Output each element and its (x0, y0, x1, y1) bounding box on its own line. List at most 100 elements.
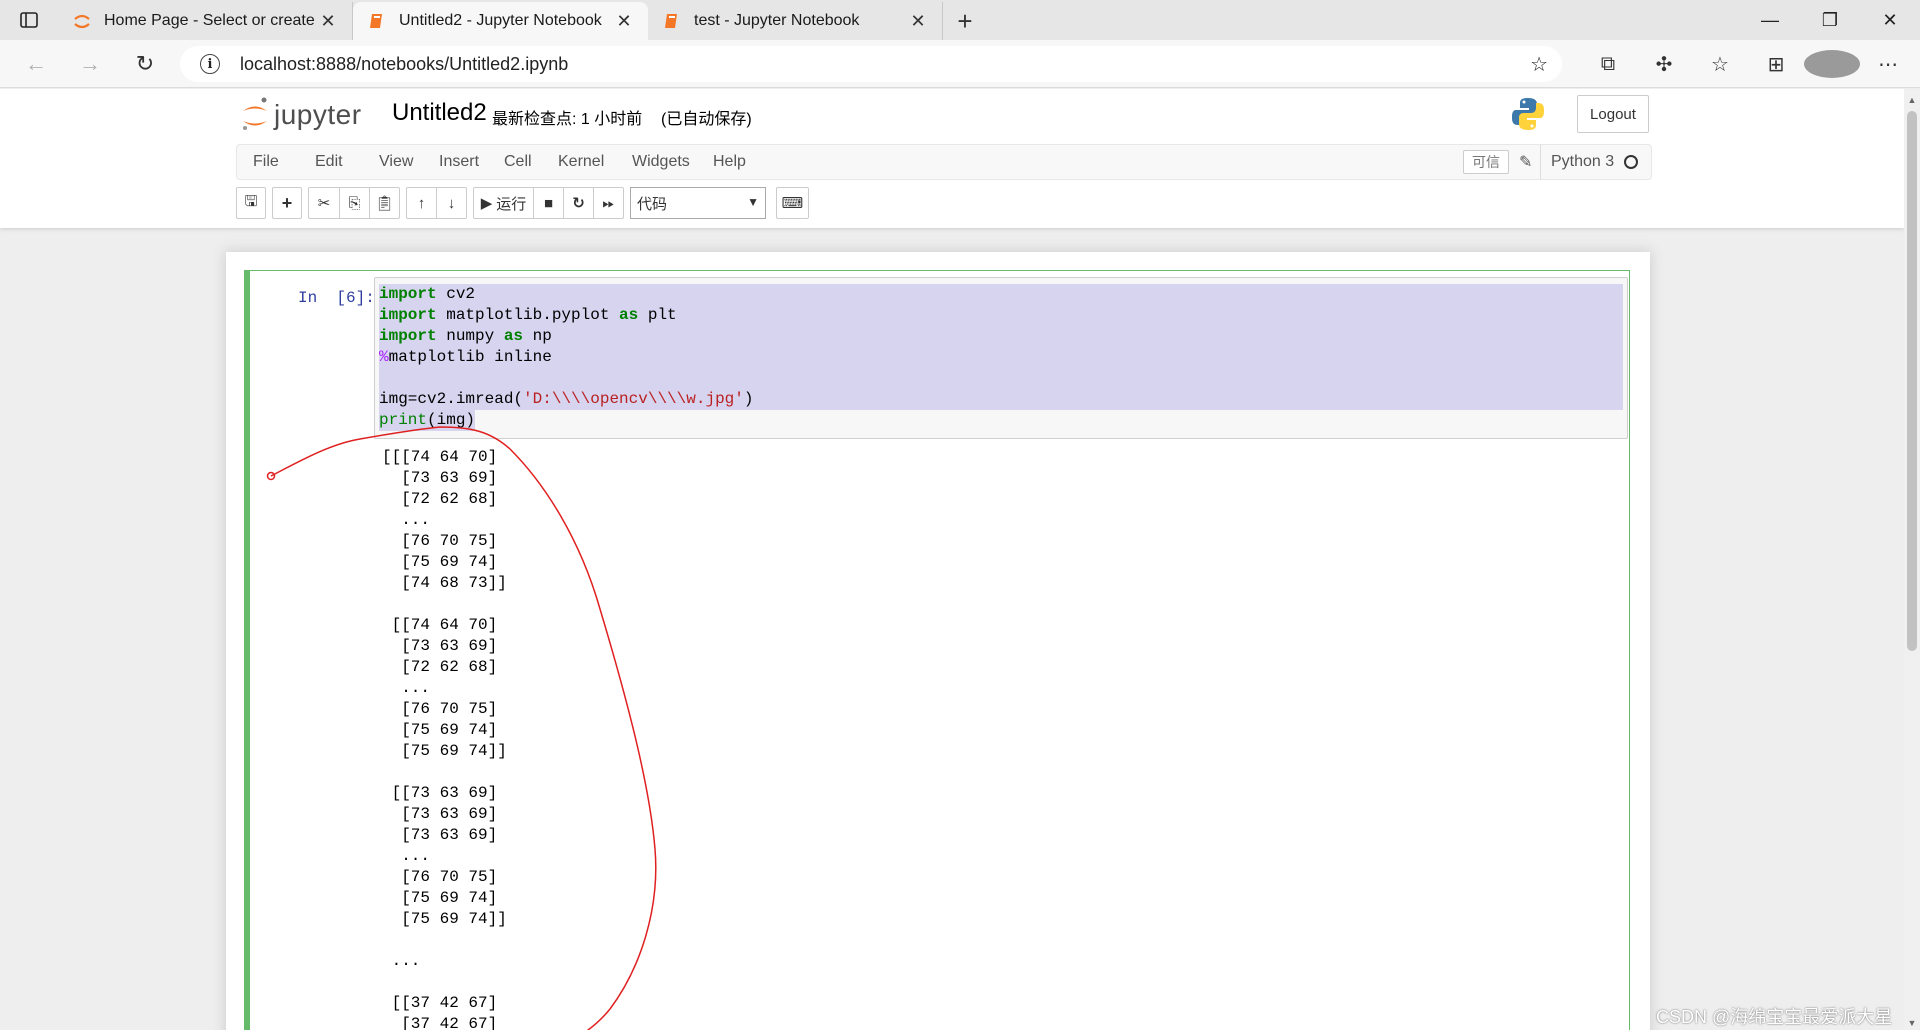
minimize-icon[interactable]: — (1740, 0, 1800, 40)
browser-tab-bar: Home Page - Select or create a n ✕ Untit… (0, 0, 1920, 40)
avatar (1804, 50, 1860, 78)
tab-untitled2[interactable]: Untitled2 - Jupyter Notebook ✕ (353, 2, 648, 40)
arrow-right-icon: → (79, 50, 101, 76)
checkpoint-status: 最新检查点: 1 小时前 (492, 111, 643, 128)
profile-button[interactable] (1804, 50, 1860, 78)
cut-button[interactable]: ✂ (308, 187, 340, 219)
restart-icon: ↻ (572, 195, 585, 212)
arrow-up-icon: ↑ (417, 194, 426, 212)
arrow-down-icon: ↓ (447, 194, 456, 212)
move-down-button[interactable]: ↓ (436, 187, 467, 219)
extensions-icon[interactable]: ✣ (1636, 52, 1692, 77)
notebook-favicon-icon (665, 14, 677, 28)
edit-mode-pencil-icon: ✎ (1519, 154, 1533, 171)
scissors-icon: ✂ (317, 195, 331, 212)
run-label: 运行 (496, 195, 527, 213)
tab-title: Untitled2 - Jupyter Notebook (399, 12, 602, 29)
info-icon[interactable]: i (200, 54, 220, 74)
autosave-status: (已自动保存) (661, 111, 752, 128)
menu-file[interactable]: File (253, 145, 279, 179)
close-icon[interactable]: ✕ (614, 11, 634, 32)
menu-view[interactable]: View (379, 145, 413, 179)
keyboard-icon: ⌨ (781, 195, 804, 212)
menu-help[interactable]: Help (713, 145, 746, 179)
url-field[interactable]: i localhost:8888/notebooks/Untitled2.ipy… (180, 46, 1562, 82)
tab-actions-icon (20, 12, 38, 28)
tab-test[interactable]: test - Jupyter Notebook ✕ (648, 2, 943, 40)
notebook-name[interactable]: Untitled2 (392, 99, 487, 127)
restart-button[interactable]: ↻ (563, 187, 594, 219)
add-favorite-icon[interactable]: ☆ (1530, 52, 1548, 77)
cell-type-value: 代码 (637, 195, 668, 213)
menu-edit[interactable]: Edit (315, 145, 343, 179)
tab-title: test - Jupyter Notebook (694, 12, 860, 29)
save-icon: 🖫 (244, 192, 258, 210)
jupyter-favicon-icon (74, 14, 90, 29)
input-prompt: In [6]: (298, 289, 375, 307)
stop-icon: ■ (543, 194, 554, 212)
tab-actions-button[interactable] (0, 0, 58, 40)
kernel-indicator: Python 3 (1540, 145, 1639, 179)
page-scrollbar[interactable]: ▲ ▼ (1904, 89, 1920, 1030)
plus-icon: + (957, 5, 973, 36)
more-menu-icon[interactable]: ⋯ (1860, 52, 1916, 77)
interrupt-button[interactable]: ■ (533, 187, 564, 219)
kernel-idle-icon (1624, 155, 1639, 169)
command-palette-button[interactable]: ⌨ (776, 187, 809, 219)
restore-icon[interactable]: ❐ (1800, 0, 1860, 40)
run-button[interactable]: ▶ 运行 (473, 187, 534, 219)
tabs-icon[interactable]: ⊞ (1748, 52, 1804, 77)
page-viewport: jupyter Untitled2 最新检查点: 1 小时前 (已自动保存) L… (0, 89, 1904, 1030)
close-icon[interactable]: ✕ (908, 11, 928, 32)
arrow-left-icon: ← (25, 50, 47, 76)
move-up-button[interactable]: ↑ (406, 187, 437, 219)
copy-icon: ⎘ (348, 194, 361, 212)
code-editor[interactable]: import cv2 import matplotlib.pyplot as pl… (374, 277, 1628, 439)
watermark: CSDN @海绵宝宝最爱派大星 (1656, 1007, 1893, 1027)
browser-toolbar: ⧉ ✣ ☆ ⊞ ⋯ (1580, 40, 1916, 88)
code-keyword: import (379, 285, 437, 303)
menu-insert[interactable]: Insert (439, 145, 479, 179)
copy-button[interactable]: ⎘ (339, 187, 370, 219)
trusted-badge[interactable]: 可信 (1463, 150, 1509, 174)
favorites-icon[interactable]: ☆ (1692, 52, 1748, 77)
tab-title: Home Page - Select or create a n (104, 12, 318, 29)
url-text: localhost:8888/notebooks/Untitled2.ipynb (240, 53, 569, 74)
logo-text: jupyter (274, 99, 362, 130)
paste-button[interactable]: 📋︎ (369, 187, 400, 219)
jupyter-header: jupyter Untitled2 最新检查点: 1 小时前 (已自动保存) L… (0, 89, 1904, 228)
restart-run-all-button[interactable]: ⏩︎ (593, 187, 624, 219)
insert-cell-button[interactable]: + (272, 187, 302, 219)
code-cell[interactable]: In [6]: import cv2 import matplotlib.pypl… (244, 270, 1630, 1030)
notebook-favicon-icon (370, 14, 382, 28)
logout-button[interactable]: Logout (1577, 95, 1649, 133)
close-window-icon[interactable]: ✕ (1860, 0, 1920, 40)
window-controls: — ❐ ✕ (1740, 0, 1920, 40)
code-text: import cv2 import matplotlib.pyplot as pl… (379, 284, 1623, 431)
close-icon[interactable]: ✕ (318, 11, 338, 32)
refresh-button[interactable]: ↻ (117, 40, 173, 88)
scroll-down-icon[interactable]: ▼ (1904, 1018, 1920, 1028)
chevron-down-icon: ▼ (747, 195, 759, 209)
menu-kernel[interactable]: Kernel (558, 145, 604, 179)
back-button[interactable]: ← (8, 40, 64, 88)
collections-icon[interactable]: ⧉ (1580, 53, 1636, 76)
menu-bar: File Edit View Insert Cell Kernel Widget… (236, 144, 1652, 180)
tab-home-page[interactable]: Home Page - Select or create a n ✕ (58, 2, 353, 40)
menu-cell[interactable]: Cell (504, 145, 532, 179)
paste-icon: 📋︎ (374, 195, 395, 212)
scrollbar-thumb[interactable] (1907, 111, 1917, 651)
address-bar-row: ← → ↻ i localhost:8888/notebooks/Untitle… (0, 40, 1920, 88)
jupyter-logo[interactable]: jupyter (240, 95, 362, 135)
menu-widgets[interactable]: Widgets (632, 145, 690, 179)
refresh-icon: ↻ (135, 50, 155, 76)
kernel-name: Python 3 (1551, 153, 1615, 170)
new-tab-button[interactable]: + (943, 2, 987, 40)
scroll-up-icon[interactable]: ▲ (1904, 95, 1920, 105)
cell-output: [[[74 64 70] [73 63 69] [72 62 68] ... [… (382, 448, 507, 1030)
save-button[interactable]: 🖫 (236, 187, 266, 219)
forward-button[interactable]: → (62, 40, 118, 88)
cell-type-select[interactable]: 代码 ▼ (630, 187, 766, 219)
fast-forward-icon: ⏩︎ (602, 194, 615, 212)
play-icon: ▶ (480, 195, 493, 212)
